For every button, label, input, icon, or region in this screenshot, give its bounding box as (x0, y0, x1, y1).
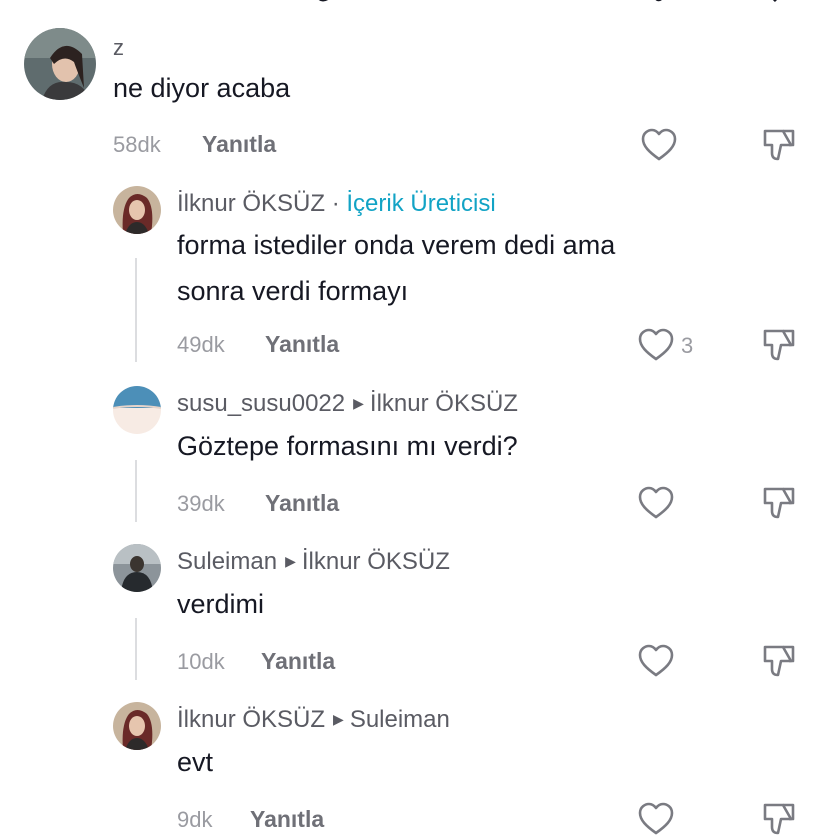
like-count: 3 (681, 333, 694, 358)
comment-text: forma istediler onda verem dedi ama sonr… (177, 222, 615, 314)
thumbs-down-icon[interactable] (761, 327, 797, 363)
comment-item: z ne diyor acaba 58dk Yanıtla (0, 0, 828, 170)
comment-username[interactable]: İlknur ÖKSÜZ · İçerik Üreticisi (177, 190, 496, 218)
comment-text-line: forma istediler onda verem dedi ama (177, 230, 616, 260)
heart-outline-icon[interactable] (638, 644, 674, 678)
reply-to-username[interactable]: İlknur ÖKSÜZ (302, 548, 450, 575)
triangle-right-icon: ▶ (353, 395, 364, 411)
comment-text: evt (177, 747, 214, 777)
avatar[interactable] (113, 702, 161, 750)
avatar[interactable] (113, 186, 161, 234)
reply-to-username[interactable]: Suleiman (350, 706, 450, 733)
thumbs-down-icon[interactable] (761, 485, 797, 521)
comment-username[interactable]: susu_susu0022 ▶ İlknur ÖKSÜZ (177, 390, 518, 418)
heart-outline-icon[interactable] (638, 486, 674, 520)
comment-username[interactable]: Suleiman ▶ İlknur ÖKSÜZ (177, 548, 450, 576)
comment-item: susu_susu0022 ▶ İlknur ÖKSÜZ Göztepe forma… (0, 370, 828, 530)
username-text[interactable]: susu_susu0022 (177, 390, 345, 417)
username-text[interactable]: İlknur ÖKSÜZ (177, 190, 325, 217)
avatar[interactable] (24, 28, 96, 100)
avatar[interactable] (113, 386, 161, 434)
heart-outline-icon[interactable] (638, 802, 674, 836)
comment-text: Göztepe formasını mı verdi? (177, 431, 518, 461)
creator-badge: İçerik Üreticisi (346, 190, 496, 217)
reply-to-username[interactable]: İlknur ÖKSÜZ (370, 390, 518, 417)
comment-time: 39dk (177, 491, 225, 516)
comment-item: Suleiman ▶ İlknur ÖKSÜZ verdimi 10dk Yanıt… (0, 530, 828, 690)
heart-outline-icon[interactable] (641, 128, 677, 162)
reply-button[interactable]: Yanıtla (261, 648, 335, 675)
comment-text-line: sonra verdi formayı (177, 276, 409, 306)
thumbs-down-icon[interactable] (761, 643, 797, 679)
comment-text: ne diyor acaba (113, 73, 291, 103)
heart-outline-icon[interactable] (638, 328, 674, 362)
comment-item: İlknur ÖKSÜZ ▶ Suleiman evt 9dk Yanıtla (0, 690, 828, 835)
avatar[interactable] (113, 544, 161, 592)
comment-time: 49dk (177, 332, 225, 357)
triangle-right-icon: ▶ (333, 711, 344, 727)
reply-button[interactable]: Yanıtla (202, 131, 276, 158)
reply-button[interactable]: Yanıtla (250, 806, 324, 833)
reply-button[interactable]: Yanıtla (265, 331, 339, 358)
comment-time: 10dk (177, 649, 225, 674)
comment-time: 9dk (177, 807, 213, 832)
reply-button[interactable]: Yanıtla (265, 490, 339, 517)
comment-username[interactable]: z (113, 35, 124, 61)
thumbs-down-icon[interactable] (761, 127, 797, 163)
comment-time: 58dk (113, 132, 161, 157)
comment-item: İlknur ÖKSÜZ · İçerik Üreticisi forma is… (0, 170, 828, 370)
separator-dot: · (331, 190, 340, 217)
comment-text: verdimi (177, 589, 265, 619)
username-text[interactable]: Suleiman (177, 548, 277, 575)
triangle-right-icon: ▶ (285, 553, 296, 569)
thumbs-down-icon[interactable] (761, 801, 797, 837)
username-text[interactable]: İlknur ÖKSÜZ (177, 706, 325, 733)
comment-username[interactable]: İlknur ÖKSÜZ ▶ Suleiman (177, 706, 450, 734)
